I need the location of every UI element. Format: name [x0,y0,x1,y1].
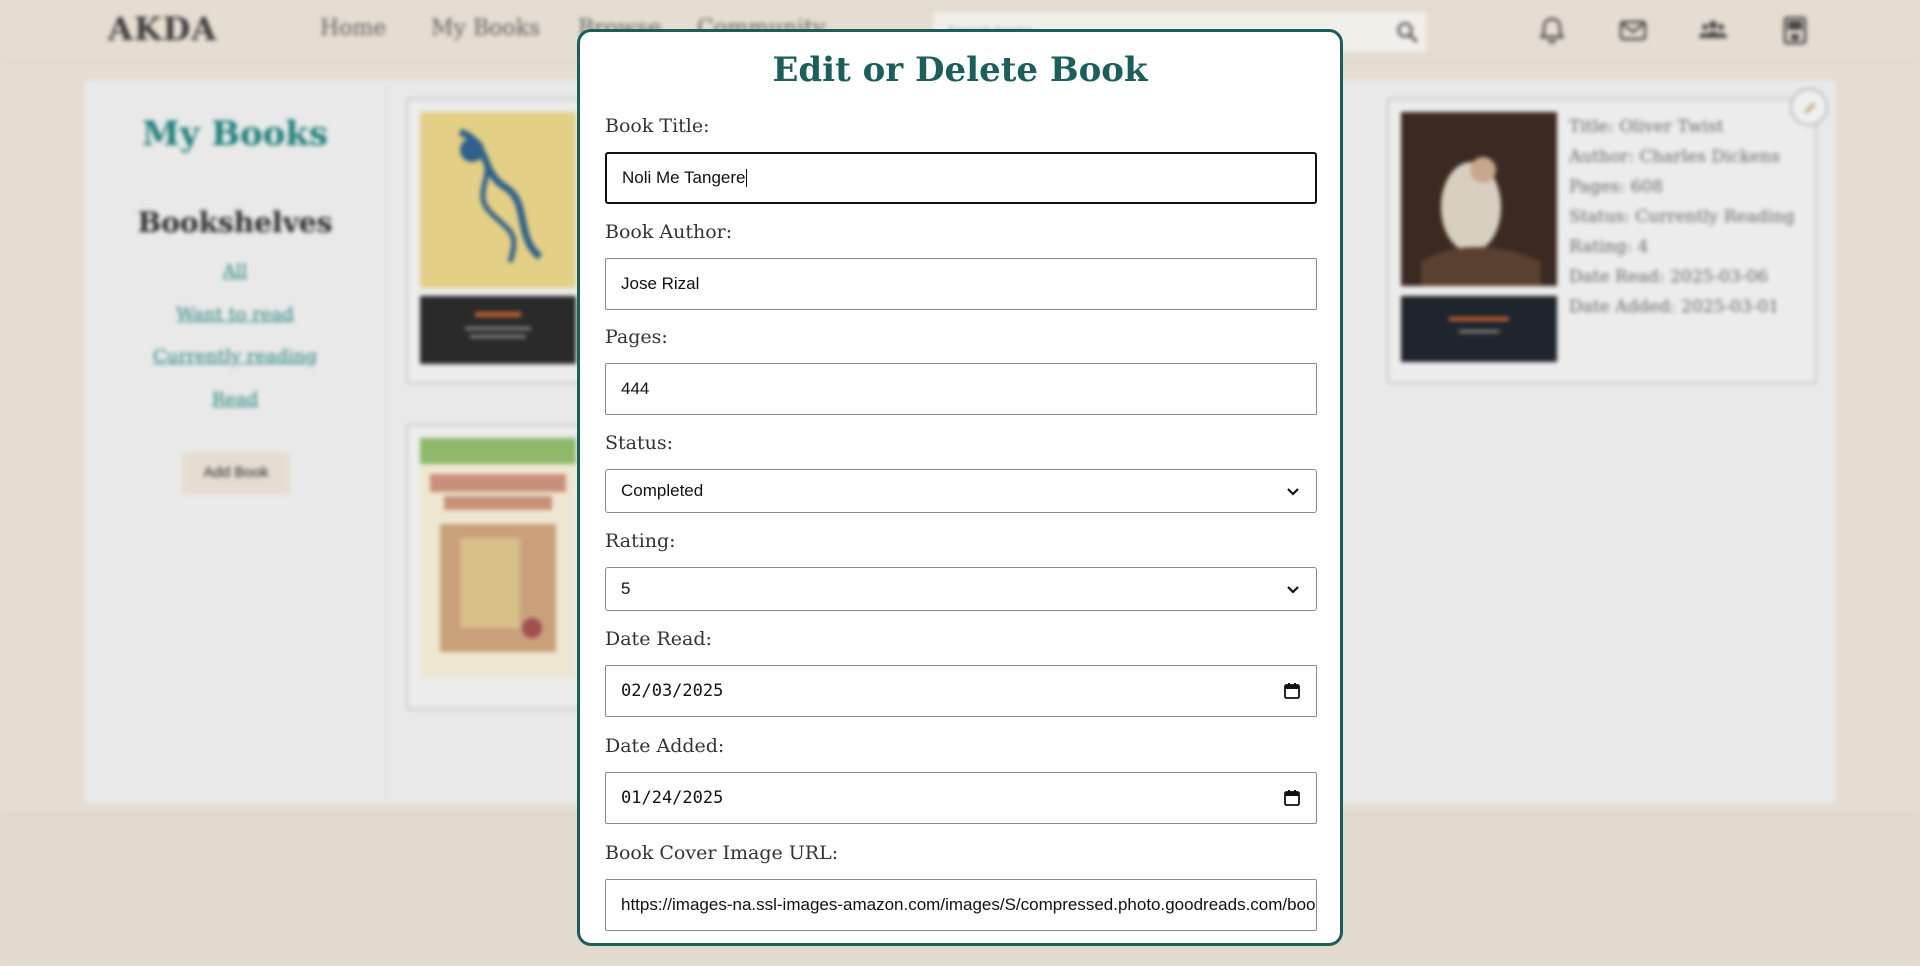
status-select[interactable]: Completed [605,469,1317,513]
nav-my-books[interactable]: My Books [431,16,540,41]
friends-icon[interactable] [1697,14,1729,46]
nav-home[interactable]: Home [320,16,386,41]
book-title-label: Book Title: [605,115,710,137]
calendar-icon[interactable] [1283,682,1301,700]
book-date-added-text: Date Added: 2025-03-01 [1569,297,1780,317]
logo[interactable]: AKDA [108,10,217,48]
book-cover-image [420,438,576,678]
status-value: Completed [621,481,704,500]
add-book-button[interactable]: Add Book [182,452,290,494]
book-card[interactable] [406,98,596,384]
book-card[interactable]: Title: Oliver Twist Author: Charles Dick… [1387,98,1817,384]
sidebar-divider [386,84,387,800]
edit-book-modal: Edit or Delete Book Book Title: Noli Me … [577,29,1343,946]
book-author-text: Author: Charles Dickens [1569,147,1780,167]
date-read-input[interactable]: 02/03/2025 [605,665,1317,717]
cover-url-label: Book Cover Image URL: [605,842,839,864]
rating-value: 5 [621,579,631,598]
rating-label: Rating: [605,530,676,552]
book-cover-image [420,112,576,364]
calendar-icon[interactable] [1283,789,1301,807]
rating-select[interactable]: 5 [605,567,1317,611]
date-read-value: 02/03/2025 [621,681,724,701]
date-added-label: Date Added: [605,735,725,757]
chevron-down-icon [1287,488,1299,496]
book-status-text: Status: Currently Reading [1569,207,1795,227]
cover-url-input[interactable]: https://images-na.ssl-images-amazon.com/… [605,879,1317,931]
pages-label: Pages: [605,326,668,348]
pencil-icon [1804,102,1816,114]
chevron-down-icon [1287,586,1299,594]
status-label: Status: [605,432,674,454]
book-title-value: Noli Me Tangere [622,168,746,187]
book-author-value: Jose Rizal [621,274,700,293]
shelf-link-currently-reading[interactable]: Currently reading [84,346,386,367]
shelf-link-all[interactable]: All [84,261,386,282]
book-details: Title: Oliver Twist Author: Charles Dick… [1569,112,1795,322]
date-added-input[interactable]: 01/24/2025 [605,772,1317,824]
modal-title: Edit or Delete Book [772,50,1148,90]
bookshelves-heading: Bookshelves [137,206,333,239]
book-cover-image [1401,112,1557,362]
book-author-label: Book Author: [605,221,733,243]
book-card[interactable] [406,424,596,710]
date-added-value: 01/24/2025 [621,788,724,808]
shelf-link-read[interactable]: Read [84,389,386,410]
book-author-input[interactable]: Jose Rizal [605,258,1317,310]
edit-book-button[interactable] [1790,88,1828,126]
bell-icon[interactable] [1536,14,1568,46]
search-icon[interactable] [1395,20,1419,44]
book-rating-text: Rating: 4 [1569,237,1649,257]
sidebar-title: My Books [141,114,329,154]
book-pages-text: Pages: 608 [1569,177,1664,197]
cover-url-value: https://images-na.ssl-images-amazon.com/… [621,895,1316,914]
book-title-input[interactable]: Noli Me Tangere [605,152,1317,204]
book-title-text: Title: Oliver Twist [1569,117,1724,137]
mail-icon[interactable] [1617,14,1649,46]
pages-input[interactable]: 444 [605,363,1317,415]
book-date-read-text: Date Read: 2025-03-06 [1569,267,1769,287]
shelf-link-want-to-read[interactable]: Want to read [84,304,386,325]
profile-book-icon[interactable] [1779,14,1811,46]
date-read-label: Date Read: [605,628,712,650]
text-cursor [746,169,748,187]
pages-value: 444 [621,379,650,398]
